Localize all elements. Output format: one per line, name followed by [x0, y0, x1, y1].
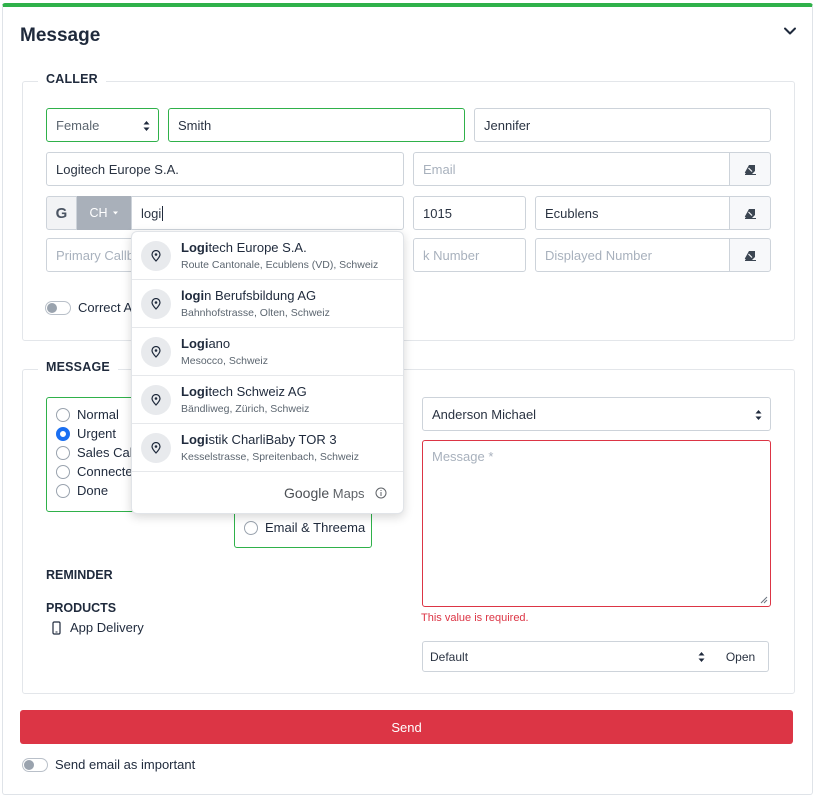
country-select-button[interactable]: CH — [77, 196, 132, 230]
google-g-icon: G — [55, 204, 68, 222]
priority-radio-done[interactable] — [56, 484, 70, 498]
primary-callback-placeholder: Primary Callb — [56, 247, 135, 263]
city-input[interactable]: Ecublens — [535, 196, 730, 230]
message-placeholder: Message * — [432, 449, 494, 464]
products-label: PRODUCTS — [46, 601, 117, 615]
recipient-select[interactable]: Anderson Michael — [422, 397, 771, 431]
message-error: This value is required. — [421, 612, 529, 624]
priority-radio-connected[interactable] — [56, 465, 70, 479]
salutation-select[interactable]: Female — [46, 108, 159, 142]
correct-toggle[interactable] — [45, 301, 71, 315]
autocomplete-item-name: Logistik CharliBaby TOR 3 — [181, 432, 337, 447]
google-search-button[interactable]: G — [46, 196, 77, 230]
priority-label-sales-call: Sales Call — [77, 445, 136, 460]
autocomplete-item[interactable]: Logiano Mesocco, Schweiz — [132, 328, 403, 376]
autocomplete-item[interactable]: login Berufsbildung AG Bahnhofstrasse, O… — [132, 280, 403, 328]
autocomplete-item-address: Bahnhofstrasse, Olten, Schweiz — [181, 307, 330, 319]
autocomplete-item-address: Kesselstrasse, Spreitenbach, Schweiz — [181, 451, 360, 463]
address-search-value: logi — [141, 205, 162, 221]
salutation-value: Female — [56, 117, 100, 133]
email-placeholder: Email — [423, 161, 456, 177]
priority-label-normal: Normal — [77, 407, 119, 422]
send-button[interactable]: Send — [20, 710, 793, 744]
company-input[interactable]: Logitech Europe S.A. — [46, 152, 404, 186]
displayed-number-input[interactable]: Displayed Number — [535, 238, 730, 272]
priority-radio-normal[interactable] — [56, 408, 70, 422]
caller-legend: CALLER — [38, 72, 106, 86]
callback-number-input[interactable]: k Number — [413, 238, 526, 272]
email-input[interactable]: Email — [413, 152, 730, 186]
priority-label-urgent: Urgent — [77, 426, 117, 441]
autocomplete-item-address: Route Cantonale, Ecublens (VD), Schweiz — [181, 259, 379, 271]
product-item-app-delivery[interactable]: App Delivery — [70, 620, 144, 635]
autocomplete-item[interactable]: Logitech Schweiz AG Bändliweg, Zürich, S… — [132, 376, 403, 424]
autocomplete-item[interactable]: Logistik CharliBaby TOR 3 Kesselstrasse,… — [132, 424, 403, 472]
autocomplete-item-name: Logiano — [181, 336, 231, 351]
clear-numbers-button[interactable] — [729, 238, 771, 272]
map-pin-icon — [141, 385, 171, 415]
clear-email-button[interactable] — [729, 152, 771, 186]
map-pin-icon — [141, 241, 171, 271]
map-pin-icon — [141, 433, 171, 463]
callback-number-placeholder: k Number — [423, 247, 480, 263]
autocomplete-item-address: Bändliweg, Zürich, Schweiz — [181, 403, 310, 415]
address-search-input[interactable]: logi — [131, 196, 404, 230]
eraser-icon — [744, 250, 756, 261]
message-legend: MESSAGE — [38, 360, 118, 374]
autocomplete-item-name: Logitech Europe S.A. — [181, 240, 307, 255]
resize-handle-icon — [760, 596, 768, 604]
channel-label-email-threema: Email & Threema — [265, 520, 366, 535]
map-pin-icon — [141, 289, 171, 319]
chevron-down-icon[interactable] — [782, 23, 798, 39]
autocomplete-item[interactable]: Logitech Europe S.A. Route Cantonale, Ec… — [132, 232, 403, 280]
eraser-icon — [744, 164, 756, 175]
page-title: Message — [20, 25, 101, 46]
displayed-number-placeholder: Displayed Number — [545, 247, 652, 263]
maps-wordmark: Maps — [329, 486, 365, 501]
template-select[interactable]: Default — [422, 641, 714, 672]
smartphone-icon — [52, 621, 61, 635]
priority-label-connected: Connecte — [77, 464, 133, 479]
important-email-toggle[interactable] — [22, 758, 48, 772]
select-arrows-icon — [143, 121, 150, 131]
autocomplete-item-address: Mesocco, Schweiz — [181, 355, 268, 367]
select-arrows-icon — [755, 410, 762, 420]
reminder-label: REMINDER — [46, 568, 113, 582]
zip-input[interactable]: 1015 — [413, 196, 526, 230]
open-template-button[interactable]: Open — [713, 641, 769, 672]
last-name-input[interactable]: Smith — [168, 108, 465, 142]
country-code: CH — [89, 206, 108, 220]
clear-address-button[interactable] — [729, 196, 771, 230]
correct-toggle-label: Correct A — [78, 300, 133, 315]
info-icon[interactable] — [375, 487, 387, 499]
text-cursor — [162, 205, 164, 221]
priority-radio-sales-call[interactable] — [56, 446, 70, 460]
priority-radio-urgent[interactable] — [56, 427, 70, 441]
caret-down-icon — [112, 211, 118, 215]
map-pin-icon — [141, 337, 171, 367]
message-textarea[interactable]: Message * — [422, 440, 771, 607]
recipient-value: Anderson Michael — [432, 406, 537, 422]
address-autocomplete-dropdown: Logitech Europe S.A. Route Cantonale, Ec… — [131, 231, 404, 514]
important-email-label: Send email as important — [55, 757, 196, 772]
autocomplete-item-name: login Berufsbildung AG — [181, 288, 317, 303]
google-wordmark: Google — [284, 485, 330, 501]
priority-label-done: Done — [77, 483, 109, 498]
google-maps-attribution: Google Maps — [284, 485, 365, 501]
template-value: Default — [430, 649, 469, 664]
first-name-input[interactable]: Jennifer — [474, 108, 771, 142]
autocomplete-item-name: Logitech Schweiz AG — [181, 384, 307, 399]
eraser-icon — [744, 208, 756, 219]
select-arrows-icon — [698, 652, 705, 662]
channel-radio-email-threema[interactable] — [244, 521, 258, 535]
